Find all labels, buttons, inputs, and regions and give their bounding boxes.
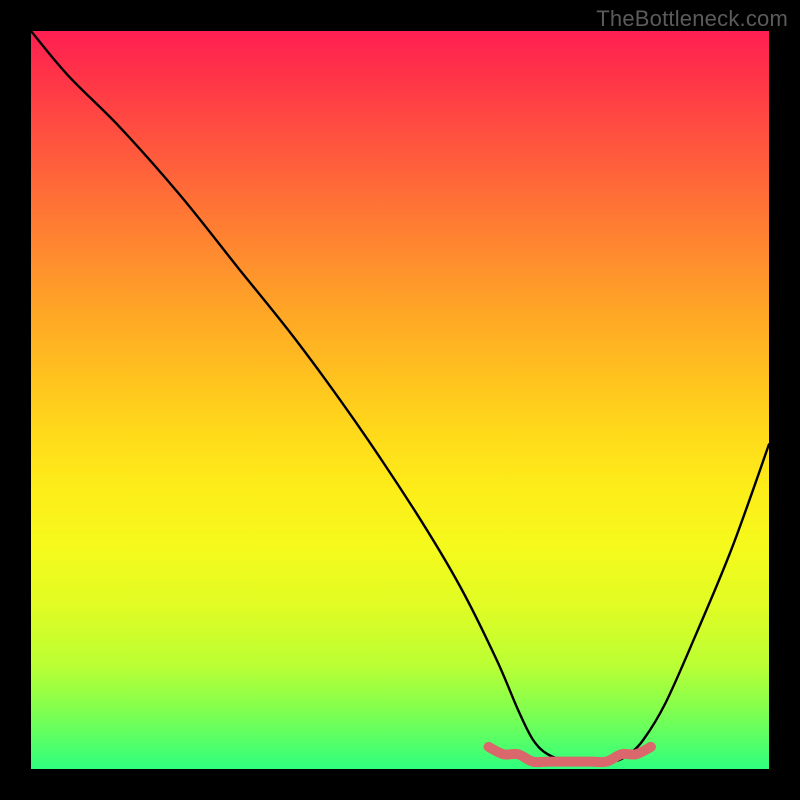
watermark-text: TheBottleneck.com [596, 6, 788, 32]
plot-area [31, 31, 769, 769]
bottleneck-curve [31, 31, 769, 762]
chart-frame: TheBottleneck.com [0, 0, 800, 800]
chart-svg [31, 31, 769, 769]
optimal-band-curve [489, 747, 651, 762]
